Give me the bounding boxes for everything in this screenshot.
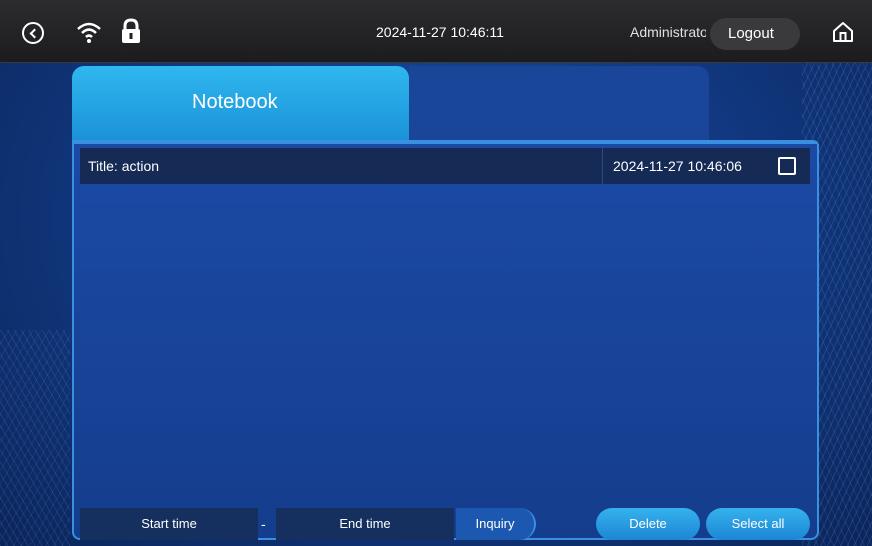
- select-all-button[interactable]: Select all: [706, 508, 810, 540]
- record-time: 2024-11-27 10:46:06: [613, 158, 742, 174]
- home-icon[interactable]: [831, 20, 855, 44]
- logout-button[interactable]: Logout: [710, 18, 800, 50]
- status-bar: 2024-11-27 10:46:11 Administrator Logout: [0, 0, 872, 63]
- tab-notebook[interactable]: Notebook: [72, 66, 409, 146]
- end-time-field[interactable]: End time: [276, 508, 454, 540]
- record-checkbox[interactable]: [778, 157, 796, 175]
- tab-bar-background: [409, 66, 709, 146]
- background-mesh-left: [0, 330, 70, 546]
- table-row[interactable]: Title: action 2024-11-27 10:46:06: [80, 148, 810, 184]
- tab-notebook-label: Notebook: [192, 91, 278, 113]
- current-datetime: 2024-11-27 10:46:11: [376, 24, 504, 40]
- lock-icon[interactable]: [120, 18, 142, 44]
- wifi-icon: [77, 22, 101, 43]
- inquiry-button[interactable]: Inquiry: [456, 508, 536, 540]
- back-icon[interactable]: [22, 22, 44, 44]
- record-title: Title: action: [88, 158, 160, 174]
- notebook-panel: [72, 144, 819, 540]
- start-time-field[interactable]: Start time: [80, 508, 258, 540]
- delete-button[interactable]: Delete: [596, 508, 700, 540]
- current-user: Administrator: [630, 24, 706, 40]
- range-separator: -: [261, 516, 266, 532]
